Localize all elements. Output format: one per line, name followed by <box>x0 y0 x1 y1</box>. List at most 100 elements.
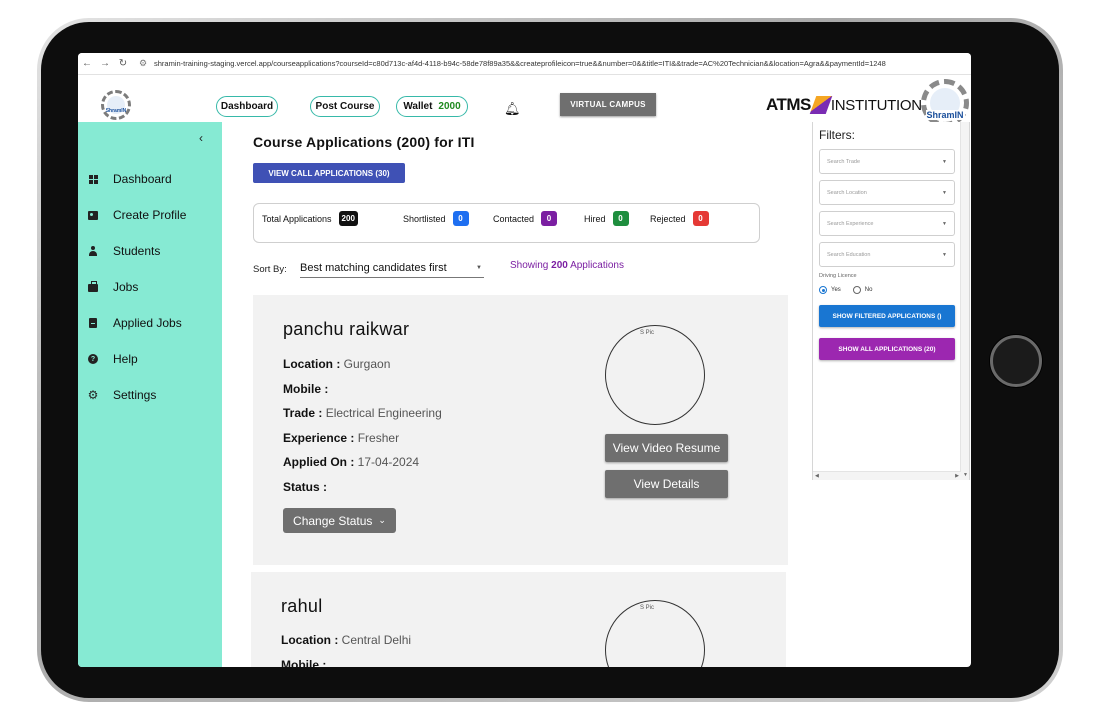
showing-count-text: Showing 200 Applications <box>510 260 624 271</box>
page-title: Course Applications (200) for ITI <box>253 134 475 150</box>
stat-badge: 0 <box>612 211 629 226</box>
id-card-icon <box>87 209 99 221</box>
view-details-button[interactable]: View Details <box>605 470 728 498</box>
search-experience-select[interactable]: Search Experience ▼ <box>819 211 955 236</box>
sidebar-item-label: Students <box>113 244 161 258</box>
sidebar-item-create-profile[interactable]: Create Profile <box>87 206 186 224</box>
showing-prefix: Showing <box>510 260 549 271</box>
sort-select[interactable]: Best matching candidates first ▼ <box>300 259 484 278</box>
scroll-down-arrow-icon[interactable]: ▼ <box>963 472 968 478</box>
screen: ← → ↻ ⚙ shramin-training-staging.vercel.… <box>78 53 971 667</box>
caret-down-icon: ▼ <box>476 265 482 271</box>
sidebar-item-help[interactable]: ? Help <box>87 350 138 368</box>
tablet-home-button[interactable] <box>990 335 1042 387</box>
field-label: Mobile : <box>283 382 329 396</box>
sidebar-item-students[interactable]: Students <box>87 242 160 260</box>
chevron-down-icon: ⌄ <box>378 515 386 525</box>
sidebar-item-settings[interactable]: ⚙ Settings <box>87 386 157 404</box>
stat-total-applications[interactable]: Total Applications 200 <box>262 211 358 226</box>
stat-label: Shortlisted <box>403 213 446 224</box>
wallet-amount: 2000 <box>438 101 461 112</box>
sidebar-item-label: Help <box>113 352 138 366</box>
logo-person-icon: ShramIN <box>925 88 965 120</box>
virtual-campus-button[interactable]: VIRTUAL CAMPUS <box>560 93 656 116</box>
app-header: ShramIN Dashboard Post Course Wallet 200… <box>78 75 971 122</box>
photo-alt-text: S Pic <box>640 605 655 611</box>
stat-label: Hired <box>584 213 606 224</box>
post-course-button[interactable]: Post Course <box>310 96 380 117</box>
logo-brand-text: ShramIN <box>105 108 127 114</box>
filters-vertical-scrollbar[interactable]: ▼ <box>960 122 969 480</box>
sidebar-item-dashboard[interactable]: Dashboard <box>87 170 172 188</box>
search-location-select[interactable]: Search Location ▼ <box>819 180 955 205</box>
view-video-resume-button[interactable]: View Video Resume <box>605 434 728 462</box>
sort-select-value: Best matching candidates first <box>300 262 447 274</box>
sidebar-item-applied-jobs[interactable]: Applied Jobs <box>87 314 182 332</box>
stat-badge: 0 <box>541 211 558 226</box>
stat-shortlisted[interactable]: Shortlisted 0 <box>403 211 469 226</box>
candidate-applied-on: Applied On : 17-04-2024 <box>283 455 419 469</box>
stat-label: Total Applications <box>262 213 332 224</box>
scroll-left-arrow-icon[interactable]: ◀ <box>815 473 819 479</box>
stat-rejected[interactable]: Rejected 0 <box>650 211 709 226</box>
select-placeholder: Search Experience <box>827 220 874 227</box>
stat-badge: 200 <box>338 211 358 226</box>
field-label: Status : <box>283 480 328 494</box>
view-call-applications-button[interactable]: VIEW CALL APPLICATIONS (30) <box>253 163 405 183</box>
showing-suffix: Applications <box>570 260 624 271</box>
site-settings-icon[interactable]: ⚙ <box>136 58 150 69</box>
field-label: Location : <box>281 633 339 647</box>
candidate-trade: Trade : Electrical Engineering <box>283 406 442 420</box>
sidebar-item-jobs[interactable]: Jobs <box>87 278 138 296</box>
virtual-campus-label: VIRTUAL CAMPUS <box>570 100 646 109</box>
chevron-left-icon[interactable]: ‹ <box>199 131 203 145</box>
candidate-mobile: Mobile : <box>283 382 328 396</box>
forward-arrow-icon[interactable]: → <box>96 58 114 69</box>
stat-hired[interactable]: Hired 0 <box>584 211 629 226</box>
filters-title: Filters: <box>819 128 855 142</box>
candidate-status: Status : <box>283 480 327 494</box>
field-label: Mobile : <box>281 658 327 667</box>
select-placeholder: Search Trade <box>827 158 861 165</box>
shramin-logo-large[interactable]: ShramIN <box>921 79 969 127</box>
search-education-select[interactable]: Search Education ▼ <box>819 242 955 267</box>
scroll-right-arrow-icon[interactable]: ▶ <box>955 473 959 479</box>
dashboard-button[interactable]: Dashboard <box>216 96 278 117</box>
field-label: Location : <box>283 357 341 371</box>
candidate-experience: Experience : Fresher <box>283 431 399 445</box>
search-trade-select[interactable]: Search Trade ▼ <box>819 149 955 174</box>
atms-brand-text: ATMS <box>766 95 811 114</box>
sidebar-item-label: Jobs <box>113 280 139 294</box>
show-all-applications-button[interactable]: SHOW ALL APPLICATIONS (20) <box>819 338 955 360</box>
field-value: Gurgaon <box>343 357 391 371</box>
gear-icon: ⚙ <box>87 388 99 402</box>
radio-yes[interactable] <box>819 286 827 294</box>
browser-address-bar: ← → ↻ ⚙ shramin-training-staging.vercel.… <box>78 53 971 75</box>
change-status-button[interactable]: Change Status ⌄ <box>283 508 396 533</box>
sort-by-label: Sort By: <box>253 264 287 275</box>
radio-no[interactable] <box>852 286 861 294</box>
wallet-button[interactable]: Wallet 2000 <box>396 96 468 117</box>
logo-person-icon: ShramIN <box>105 96 127 114</box>
back-arrow-icon[interactable]: ← <box>78 58 96 69</box>
show-filtered-applications-button[interactable]: SHOW FILTERED APPLICATIONS () <box>819 305 955 327</box>
stat-label: Rejected <box>650 213 686 224</box>
shramin-logo-small[interactable]: ShramIN <box>101 90 131 120</box>
caret-down-icon: ▼ <box>942 158 947 165</box>
atms-institutions-logo: ATMS INSTITUTIONS <box>766 93 932 117</box>
notification-bell-icon[interactable]: 🔔︎ <box>504 101 521 117</box>
candidate-mobile: Mobile : <box>281 658 326 667</box>
sidebar-item-label: Create Profile <box>113 208 187 222</box>
driving-licence-radio-group: Yes No <box>819 286 872 294</box>
url-text[interactable]: shramin-training-staging.vercel.app/cour… <box>154 59 886 68</box>
application-stats-panel: Total Applications 200 Shortlisted 0 Con… <box>253 203 760 243</box>
view-video-resume-label: View Video Resume <box>612 441 721 455</box>
sidebar-item-label: Dashboard <box>113 172 172 186</box>
stat-contacted[interactable]: Contacted 0 <box>493 211 558 226</box>
stat-badge: 0 <box>452 211 469 226</box>
filters-horizontal-scrollbar[interactable]: ◀ ▶ <box>813 471 961 480</box>
dashboard-icon <box>87 173 99 185</box>
caret-down-icon: ▼ <box>942 251 947 258</box>
field-value: Central Delhi <box>341 633 412 647</box>
reload-icon[interactable]: ↻ <box>114 58 132 69</box>
